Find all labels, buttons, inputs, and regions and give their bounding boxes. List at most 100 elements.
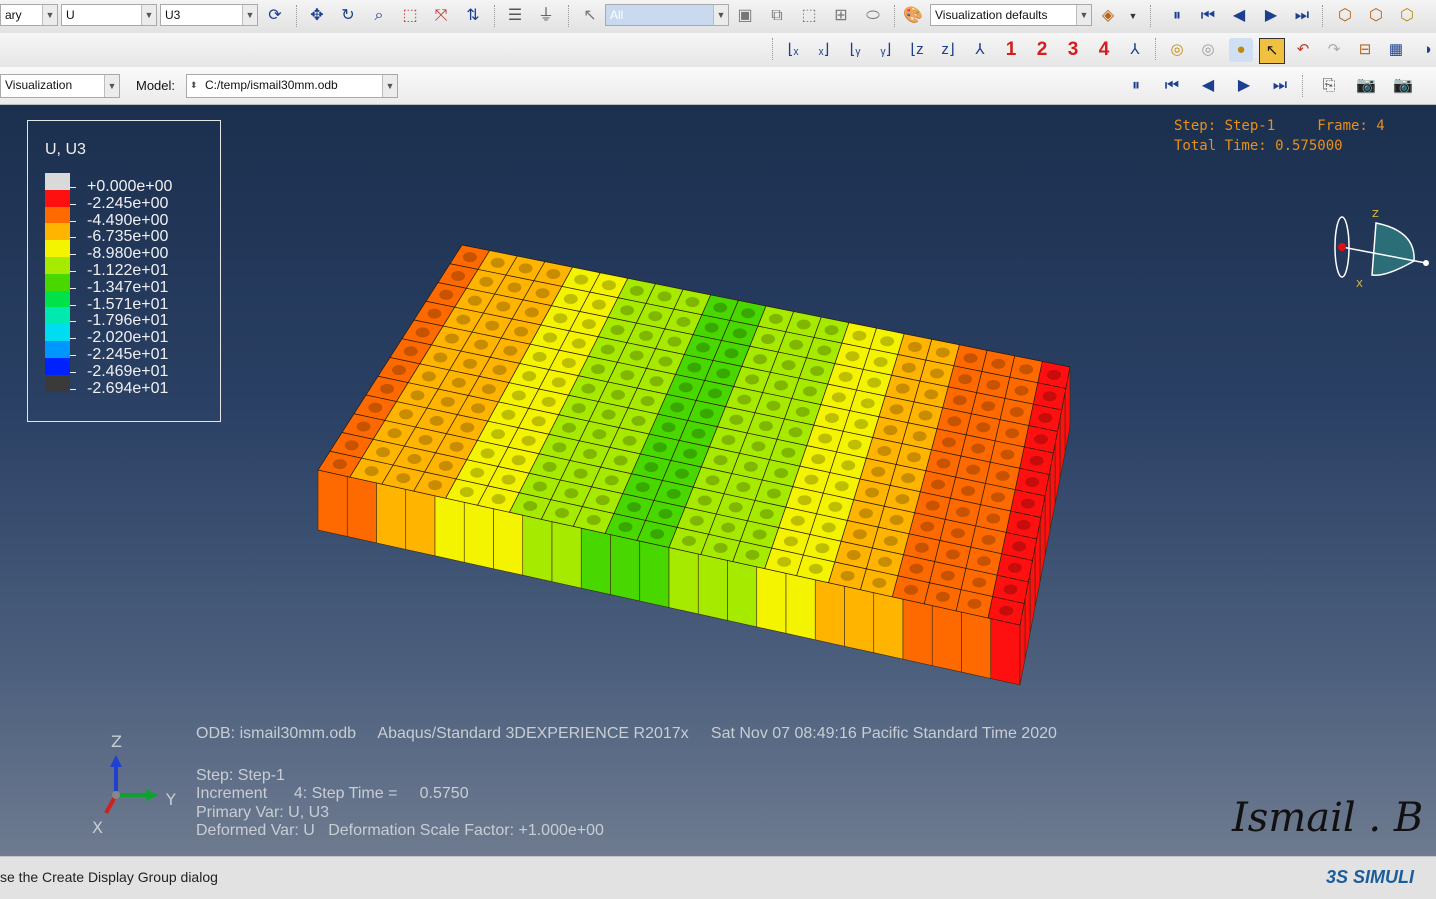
honeycomb-cell-hole (1014, 385, 1029, 396)
chevron-down-icon[interactable]: ▼ (242, 5, 257, 25)
box-zoom-icon[interactable]: ⬚ (399, 5, 421, 27)
query-pointer-icon[interactable]: ↖ (1259, 38, 1285, 64)
module-value: Visualization (5, 78, 73, 92)
refresh-icon[interactable]: ⟳ (264, 5, 286, 27)
rotate-icon[interactable]: ↻ (337, 5, 359, 27)
cycle-views-icon[interactable]: ⇅ (462, 5, 484, 27)
honeycomb-cell-hole (945, 549, 960, 560)
visualization-defaults-combo[interactable]: Visualization defaults ▼ (930, 4, 1092, 26)
plate-front-wall (376, 482, 407, 550)
plate-front-wall (990, 618, 1021, 686)
last-frame-icon[interactable]: ⏭ (1291, 5, 1313, 27)
chevron-down-icon[interactable]: ▼ (1076, 5, 1091, 25)
honeycomb-cell-hole (924, 389, 939, 400)
honeycomb-cell-hole (503, 345, 518, 356)
view-y-icon[interactable]: ⌊ᵧ (843, 38, 867, 62)
previous-frame-icon[interactable]: ◀ (1228, 5, 1250, 27)
csys-1-button[interactable]: 1 (999, 38, 1023, 62)
honeycomb-cell-hole (811, 454, 826, 465)
first-frame-icon[interactable]: ⏮ (1197, 5, 1219, 27)
honeycomb-cell-hole (818, 433, 833, 444)
chevron-down-icon[interactable]: ▼ (141, 5, 156, 25)
help-icon[interactable]: ◑ (1415, 38, 1436, 62)
honeycomb-cell-hole (810, 365, 825, 376)
select-arrow-icon[interactable]: ↖ (579, 5, 601, 27)
previous-frame-icon[interactable]: ◀ (1197, 75, 1219, 97)
first-frame-icon[interactable]: ⏮ (1161, 75, 1183, 97)
next-frame-icon[interactable]: ▶ (1233, 75, 1255, 97)
honeycomb-cell-hole (889, 515, 904, 526)
view-z-icon[interactable]: ⌊z (905, 38, 929, 62)
view-manager-icon[interactable]: ☰ (504, 5, 526, 27)
pause-icon[interactable]: ⏸ (1125, 75, 1147, 97)
remove-icon[interactable]: ⬚ (798, 5, 820, 27)
view-x-icon[interactable]: ⌊ₓ (781, 38, 805, 62)
honeycomb-cell-hole (485, 320, 500, 331)
auto-fit-icon[interactable]: ⤧ (430, 5, 452, 27)
field-variable-combo[interactable]: U ▼ (61, 4, 157, 26)
redo-icon[interactable]: ↷ (1322, 38, 1346, 62)
component-value: U3 (165, 8, 181, 22)
legend-title: U, U3 (45, 141, 86, 158)
snapshot-icon[interactable]: 📷 (1392, 75, 1414, 97)
honeycomb-cell-hole (376, 447, 391, 458)
next-frame-icon[interactable]: ▶ (1260, 5, 1282, 27)
honeycomb-cell-hole (777, 556, 792, 567)
render-style-icon[interactable]: ◈ (1097, 5, 1119, 27)
honeycomb-cell-hole (952, 395, 967, 406)
honeycomb-cell-hole (766, 400, 781, 411)
csys-2-button[interactable]: 2 (1030, 38, 1054, 62)
chevron-down-icon[interactable]: ▼ (104, 75, 119, 97)
view-z-neg-icon[interactable]: z⌋ (936, 38, 960, 62)
copy-icon[interactable]: ⎘ (1318, 75, 1340, 97)
view-y-neg-icon[interactable]: ᵧ⌋ (874, 38, 898, 62)
pan-icon[interactable]: ✥ (306, 5, 328, 27)
iso-axes-icon[interactable]: ⅄ (968, 38, 992, 62)
undo-icon[interactable]: ↶ (1291, 38, 1315, 62)
honeycomb-cell-hole (492, 364, 507, 375)
chevron-down-icon[interactable]: ▼ (42, 5, 57, 25)
csys-3-button[interactable]: 3 (1061, 38, 1085, 62)
library-combo[interactable]: ary ▼ (0, 4, 58, 26)
color-code-icon[interactable]: 🎨 (902, 5, 924, 27)
overlay-outline-icon[interactable]: ◎ (1196, 38, 1220, 62)
honeycomb-cell-hole (729, 414, 744, 425)
viewport[interactable]: U, U3 +0.000e+00 -2.245e+00 -4.490e+00 -6.7… (0, 105, 1436, 856)
honeycomb-cell-hole (753, 354, 768, 365)
chevron-down-icon[interactable]: ▼ (713, 5, 728, 25)
honeycomb-cell-hole (955, 507, 970, 518)
triad-icon[interactable]: ⅄ (1123, 38, 1147, 62)
view-x-neg-icon[interactable]: ₓ⌋ (812, 38, 836, 62)
honeycomb-cell-hole (1003, 584, 1018, 595)
csys-4-button[interactable]: 4 (1092, 38, 1116, 62)
honeycomb-cell-hole (766, 488, 781, 499)
perspective-icon[interactable]: ⏚ (535, 5, 557, 27)
honeycomb-plate[interactable] (317, 244, 1071, 686)
chevron-down-icon[interactable]: ▼ (382, 75, 397, 97)
pause-icon[interactable]: ⏸ (1166, 5, 1188, 27)
table-icon[interactable]: ▦ (1384, 38, 1408, 62)
display-group-icon[interactable]: ▣ (734, 5, 756, 27)
dropdown-arrow-icon[interactable]: ▼ (1122, 5, 1144, 27)
module-combo[interactable]: Visualization ▼ (0, 74, 120, 98)
tree-icon[interactable]: ⊟ (1353, 38, 1377, 62)
iso-view-icon[interactable]: ⬡ (1334, 5, 1356, 27)
replace-icon[interactable]: ⧉ (766, 5, 788, 27)
light-bulb-icon[interactable]: ● (1229, 38, 1253, 62)
honeycomb-cell-hole (407, 454, 422, 465)
magnify-icon[interactable]: ⌕ (368, 5, 390, 27)
intersect-icon[interactable]: ⬭ (862, 5, 884, 27)
top-view-icon[interactable]: ⬡ (1396, 5, 1418, 27)
spinner-icon[interactable]: ⬍ (190, 75, 198, 95)
honeycomb-cell-hole (433, 352, 448, 363)
overlay-icon[interactable]: ◎ (1165, 38, 1189, 62)
model-combo[interactable]: ⬍ C:/temp/ismail30mm.odb ▼ (186, 74, 398, 98)
camera-icon[interactable]: 📷 (1355, 75, 1377, 97)
last-frame-icon[interactable]: ⏭ (1269, 75, 1291, 97)
honeycomb-cell-hole (650, 528, 665, 539)
add-icon[interactable]: ⊞ (830, 5, 852, 27)
honeycomb-cell-hole (661, 422, 676, 433)
component-combo[interactable]: U3 ▼ (160, 4, 258, 26)
selection-filter-combo[interactable]: All ▼ (605, 4, 729, 26)
front-view-icon[interactable]: ⬡ (1365, 5, 1387, 27)
